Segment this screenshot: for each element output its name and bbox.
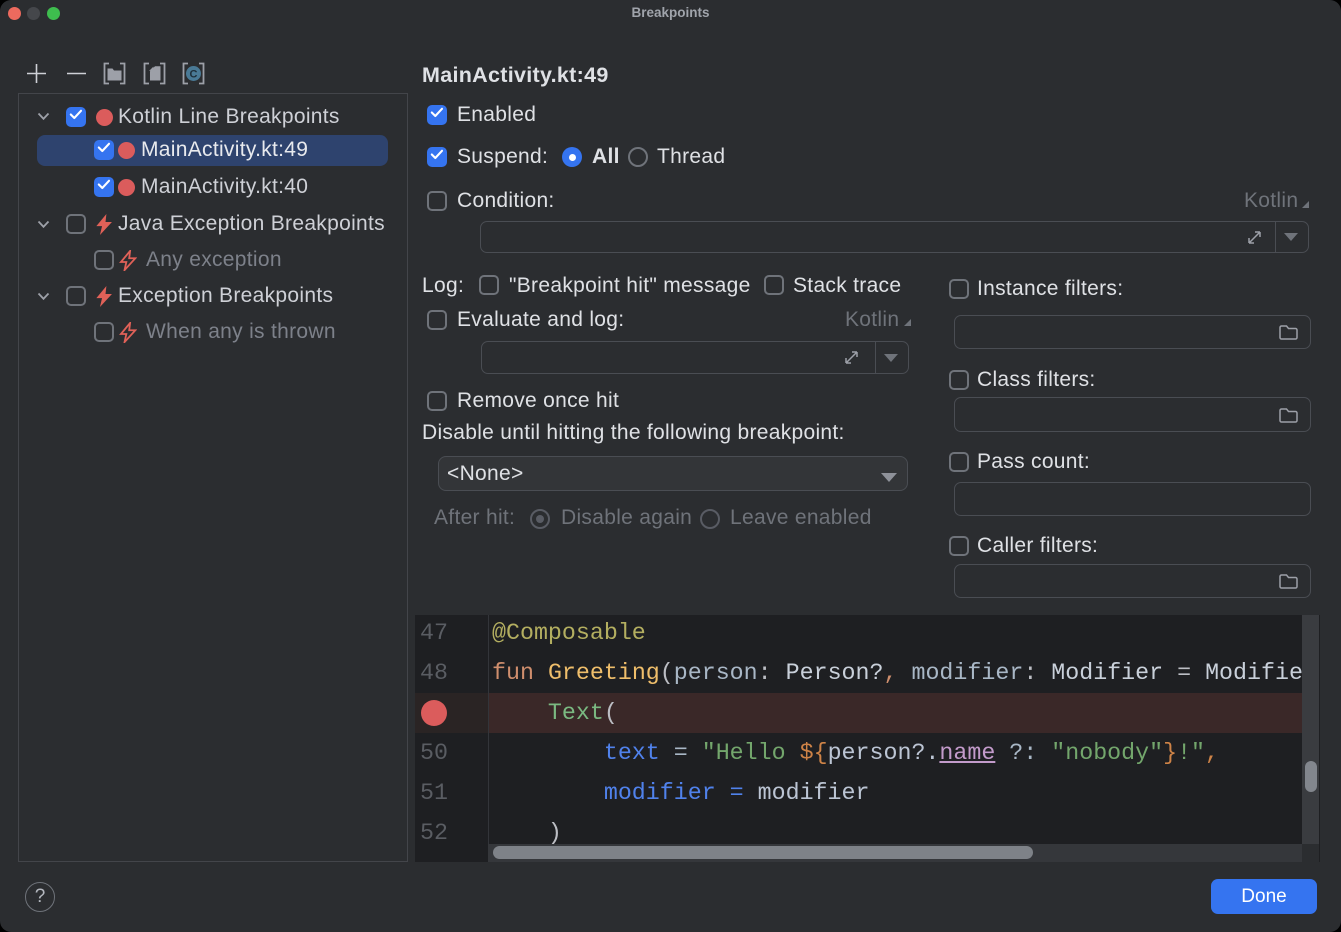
svg-text:C: C bbox=[190, 69, 198, 81]
